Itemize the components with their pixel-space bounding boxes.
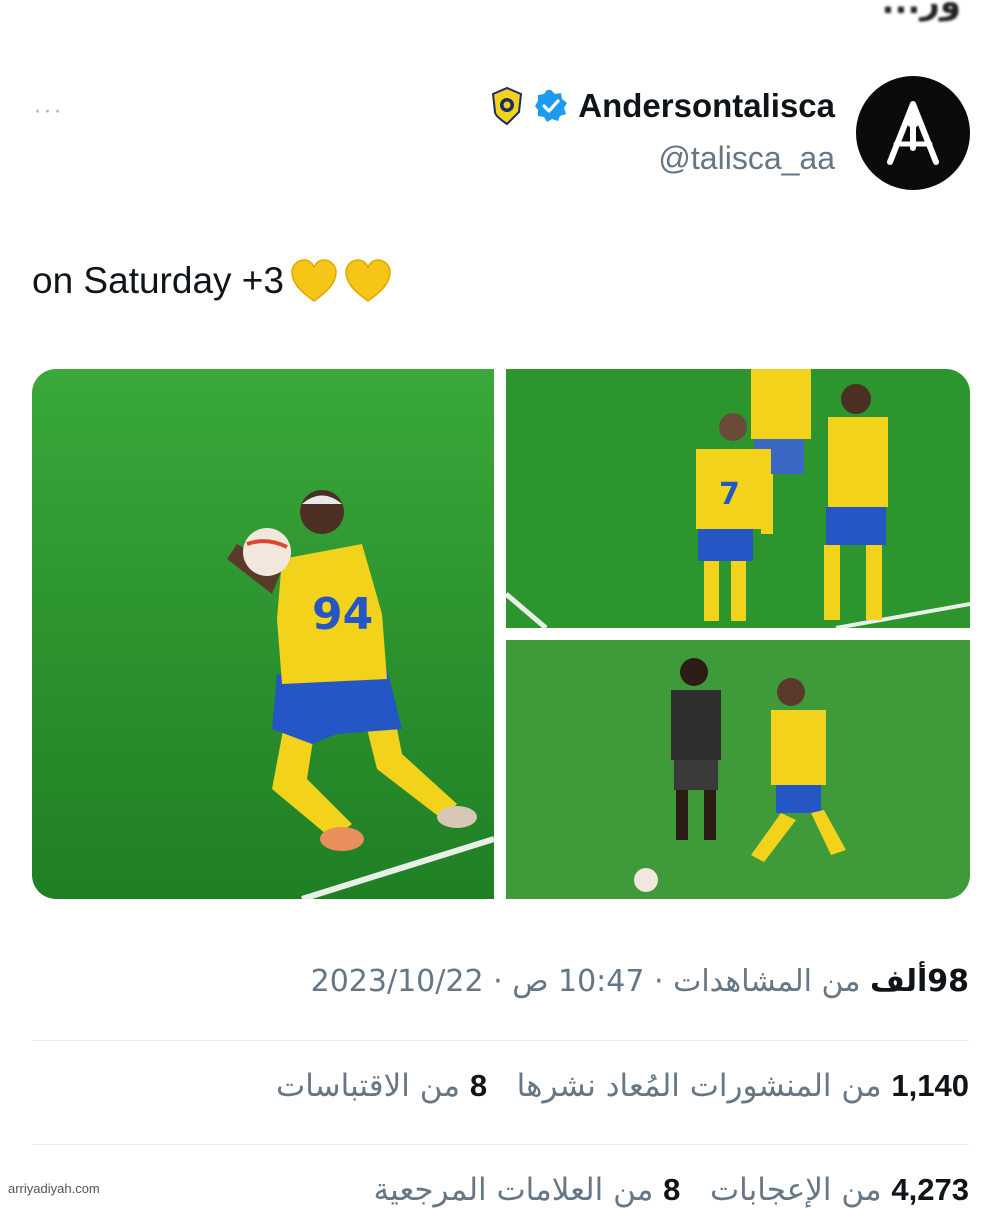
more-options-button[interactable]: ···	[34, 100, 64, 125]
stats-row-likes: 4,273 من الإعجابات 8 من العلامات المرجعي…	[373, 1172, 969, 1208]
bookmarks-stat[interactable]: 8 من العلامات المرجعية	[373, 1172, 680, 1208]
tweet-text: on Saturday +3	[32, 258, 392, 304]
more-horizontal-icon: ···	[34, 100, 64, 125]
yellow-heart-icon	[291, 259, 337, 302]
author-avatar[interactable]	[856, 76, 970, 190]
tweet-time[interactable]: 10:47 ص	[512, 964, 644, 999]
tweet-photo-2[interactable]: 7	[506, 369, 970, 628]
quotes-count: 8	[469, 1068, 488, 1103]
bookmarks-count: 8	[663, 1172, 681, 1207]
tweet-media-grid: 94 7	[32, 369, 970, 899]
tweet-views[interactable]: 98ألف من المشاهدات	[673, 964, 969, 999]
club-badge-icon	[490, 86, 524, 126]
author-display-name[interactable]: Andersontalisca	[578, 87, 835, 125]
meta-separator: ·	[654, 964, 664, 999]
jersey-number: 7	[719, 477, 740, 512]
reposts-count: 1,140	[891, 1068, 969, 1103]
quotes-label: من الاقتباسات	[276, 1068, 460, 1104]
reposts-label: من المنشورات المُعاد نشرها	[516, 1068, 882, 1104]
bookmarks-label: من العلامات المرجعية	[373, 1172, 654, 1208]
likes-stat[interactable]: 4,273 من الإعجابات	[700, 1172, 969, 1208]
reposts-stat[interactable]: 1,140 من المنشورات المُعاد نشرها	[507, 1068, 969, 1104]
tweet-date[interactable]: 2023/10/22	[311, 964, 484, 999]
likes-count: 4,273	[891, 1172, 969, 1207]
views-count: 98ألف	[869, 964, 969, 999]
yellow-heart-icon	[345, 259, 391, 302]
verified-badge-icon	[534, 89, 568, 123]
divider	[32, 1144, 969, 1145]
tweet-photo-3[interactable]	[506, 640, 970, 899]
stats-row-reposts: 1,140 من المنشورات المُعاد نشرها 8 من ال…	[276, 1068, 969, 1104]
tweet-photo-1[interactable]: 94	[32, 369, 494, 899]
views-label: من المشاهدات	[673, 964, 861, 999]
author-handle[interactable]: @talisca_aa	[658, 140, 835, 177]
tweet-meta: 98ألف من المشاهدات · 10:47 ص · 2023/10/2…	[311, 964, 969, 999]
tweet-text-content: on Saturday +3	[32, 260, 284, 301]
author-name-row: Andersontalisca	[490, 86, 835, 126]
top-cut-text: ...ور	[881, 0, 961, 22]
quotes-stat[interactable]: 8 من الاقتباسات	[276, 1068, 487, 1104]
divider	[32, 1040, 969, 1041]
avatar-logo-icon	[887, 101, 939, 165]
watermark: arriyadiyah.com	[8, 1181, 100, 1196]
meta-separator: ·	[493, 964, 503, 999]
likes-label: من الإعجابات	[710, 1172, 882, 1208]
jersey-number: 94	[312, 589, 373, 640]
